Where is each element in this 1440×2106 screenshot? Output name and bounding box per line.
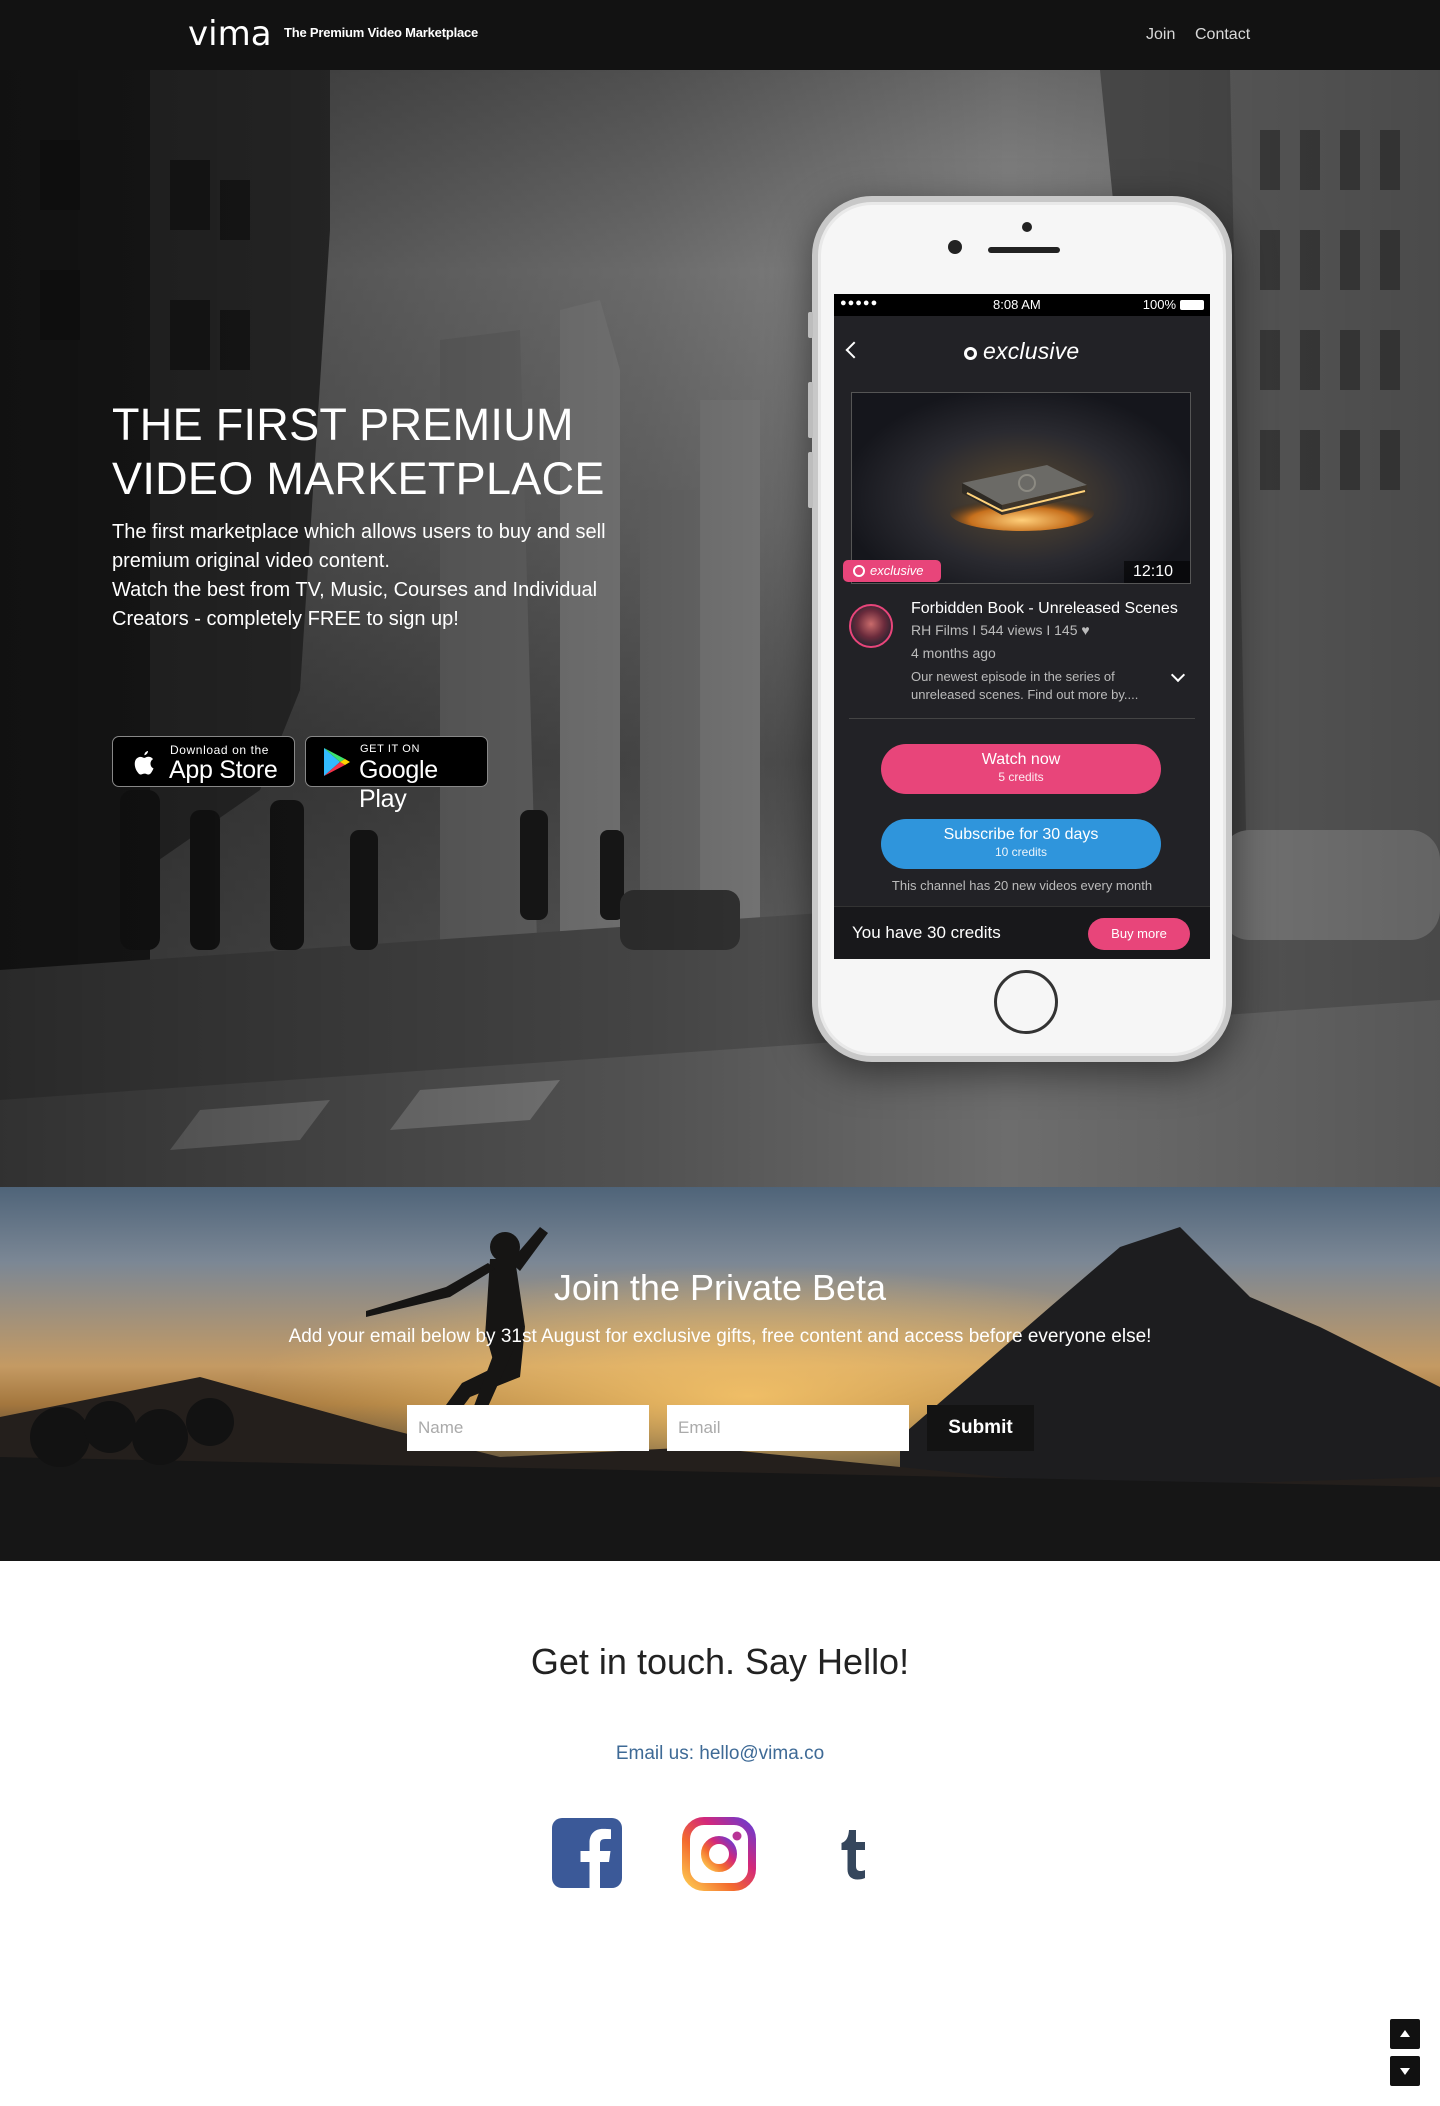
arrow-up-icon <box>1400 2030 1410 2037</box>
subscribe-label: Subscribe for 30 days <box>943 826 1099 843</box>
watch-now-credits: 5 credits <box>998 770 1044 784</box>
video-duration: 12:10 <box>1124 561 1190 583</box>
hero-title: THE FIRST PREMIUM VIDEO MARKETPLACE <box>112 398 672 506</box>
contact-title: Get in touch. Say Hello! <box>530 1641 910 1682</box>
vima-mark-icon <box>964 347 977 360</box>
phone-home-button <box>994 970 1058 1034</box>
hero-text-line: The first marketplace which allows users… <box>112 521 606 543</box>
phone-camera <box>948 240 962 254</box>
battery-icon <box>1180 300 1204 310</box>
app-header: exclusive <box>834 316 1210 382</box>
watch-now-button[interactable]: Watch now 5 credits <box>881 744 1161 794</box>
scroll-up-button[interactable] <box>1390 2019 1420 2049</box>
email-input[interactable] <box>667 1405 909 1451</box>
vima-mark-icon <box>853 565 865 577</box>
scroll-down-button[interactable] <box>1390 2056 1420 2086</box>
video-meta: RH Films I 544 views I 145 ♥ <box>911 622 1090 638</box>
hero-title-line: THE FIRST PREMIUM <box>112 399 574 450</box>
credits-bar: You have 30 credits Buy more <box>834 906 1210 959</box>
credits-balance: You have 30 credits <box>852 923 1001 942</box>
app-header-title: exclusive <box>964 338 1079 365</box>
facebook-icon[interactable] <box>550 1816 626 1892</box>
nav-tagline: The Premium Video Marketplace <box>284 25 479 40</box>
phone-volume-down <box>808 452 813 508</box>
app-store-button[interactable]: Download on the App Store <box>112 736 295 787</box>
hero-text-line: Watch the best from TV, Music, Courses a… <box>112 579 598 601</box>
video-age: 4 months ago <box>911 645 996 661</box>
phone-volume-up <box>808 382 813 438</box>
expand-chevron-icon[interactable] <box>1170 667 1186 683</box>
video-description: Our newest episode in the series of unre… <box>911 669 1139 702</box>
hero-description: The first marketplace which allows users… <box>112 518 652 634</box>
hero-text-line: premium original video content. <box>112 550 390 572</box>
phone-mute-switch <box>808 312 813 338</box>
signal-indicator: ●●●●● <box>840 297 879 309</box>
subscribe-button[interactable]: Subscribe for 30 days 10 credits <box>881 819 1161 869</box>
google-play-label: Google Play <box>359 756 438 813</box>
subscribe-credits: 10 credits <box>994 845 1048 859</box>
channel-avatar[interactable] <box>849 604 893 648</box>
nav-join-link[interactable]: Join <box>1146 26 1175 44</box>
nav-contact-link[interactable]: Contact <box>1195 26 1250 44</box>
sunset-background <box>0 1187 1440 1561</box>
watch-now-label: Watch now <box>981 751 1061 768</box>
video-title[interactable]: Forbidden Book - Unreleased Scenes <box>911 600 1178 618</box>
app-header-title-text: exclusive <box>983 338 1080 364</box>
glowing-book-image <box>950 465 1094 531</box>
video-thumbnail[interactable] <box>851 392 1191 584</box>
exclusive-badge: exclusive <box>843 560 941 582</box>
phone-screen: ●●●●● 8:08 AM 100% exclusive exclusive 1… <box>834 294 1210 959</box>
top-nav: vima The Premium Video Marketplace Join … <box>0 0 1440 70</box>
battery-percent: 100% <box>1142 297 1176 312</box>
google-play-icon <box>324 748 350 776</box>
channel-note: This channel has 20 new videos every mon… <box>891 878 1153 893</box>
contact-email-link[interactable]: Email us: hello@vima.co <box>0 1743 1440 1765</box>
app-store-label: App Store <box>169 756 278 784</box>
arrow-down-icon <box>1400 2068 1410 2075</box>
phone-speaker <box>988 247 1060 253</box>
exclusive-badge-label: exclusive <box>870 563 924 578</box>
status-bar: ●●●●● 8:08 AM 100% <box>834 294 1210 316</box>
instagram-icon[interactable] <box>681 1816 757 1892</box>
back-chevron-icon[interactable] <box>845 341 863 359</box>
google-play-small-label: GET IT ON <box>360 743 421 755</box>
private-beta-section <box>0 1187 1440 1561</box>
submit-button[interactable]: Submit <box>927 1405 1034 1451</box>
hero-text-line: Creators - completely FREE to sign up! <box>112 608 459 630</box>
apple-icon <box>134 751 154 775</box>
tumblr-icon[interactable] <box>816 1816 892 1892</box>
beta-subtitle: Add your email below by 31st August for … <box>288 1326 1152 1347</box>
name-input[interactable] <box>407 1405 649 1451</box>
divider <box>849 718 1195 719</box>
beta-title: Join the Private Beta <box>553 1267 887 1308</box>
vima-logo[interactable]: vima <box>188 16 272 52</box>
google-play-button[interactable]: GET IT ON Google Play <box>305 736 488 813</box>
app-store-small-label: Download on the <box>170 743 270 757</box>
phone-proximity-sensor <box>1022 222 1032 232</box>
status-time: 8:08 AM <box>993 297 1041 312</box>
hero-title-line: VIDEO MARKETPLACE <box>112 453 605 504</box>
buy-more-button[interactable]: Buy more <box>1088 918 1190 950</box>
